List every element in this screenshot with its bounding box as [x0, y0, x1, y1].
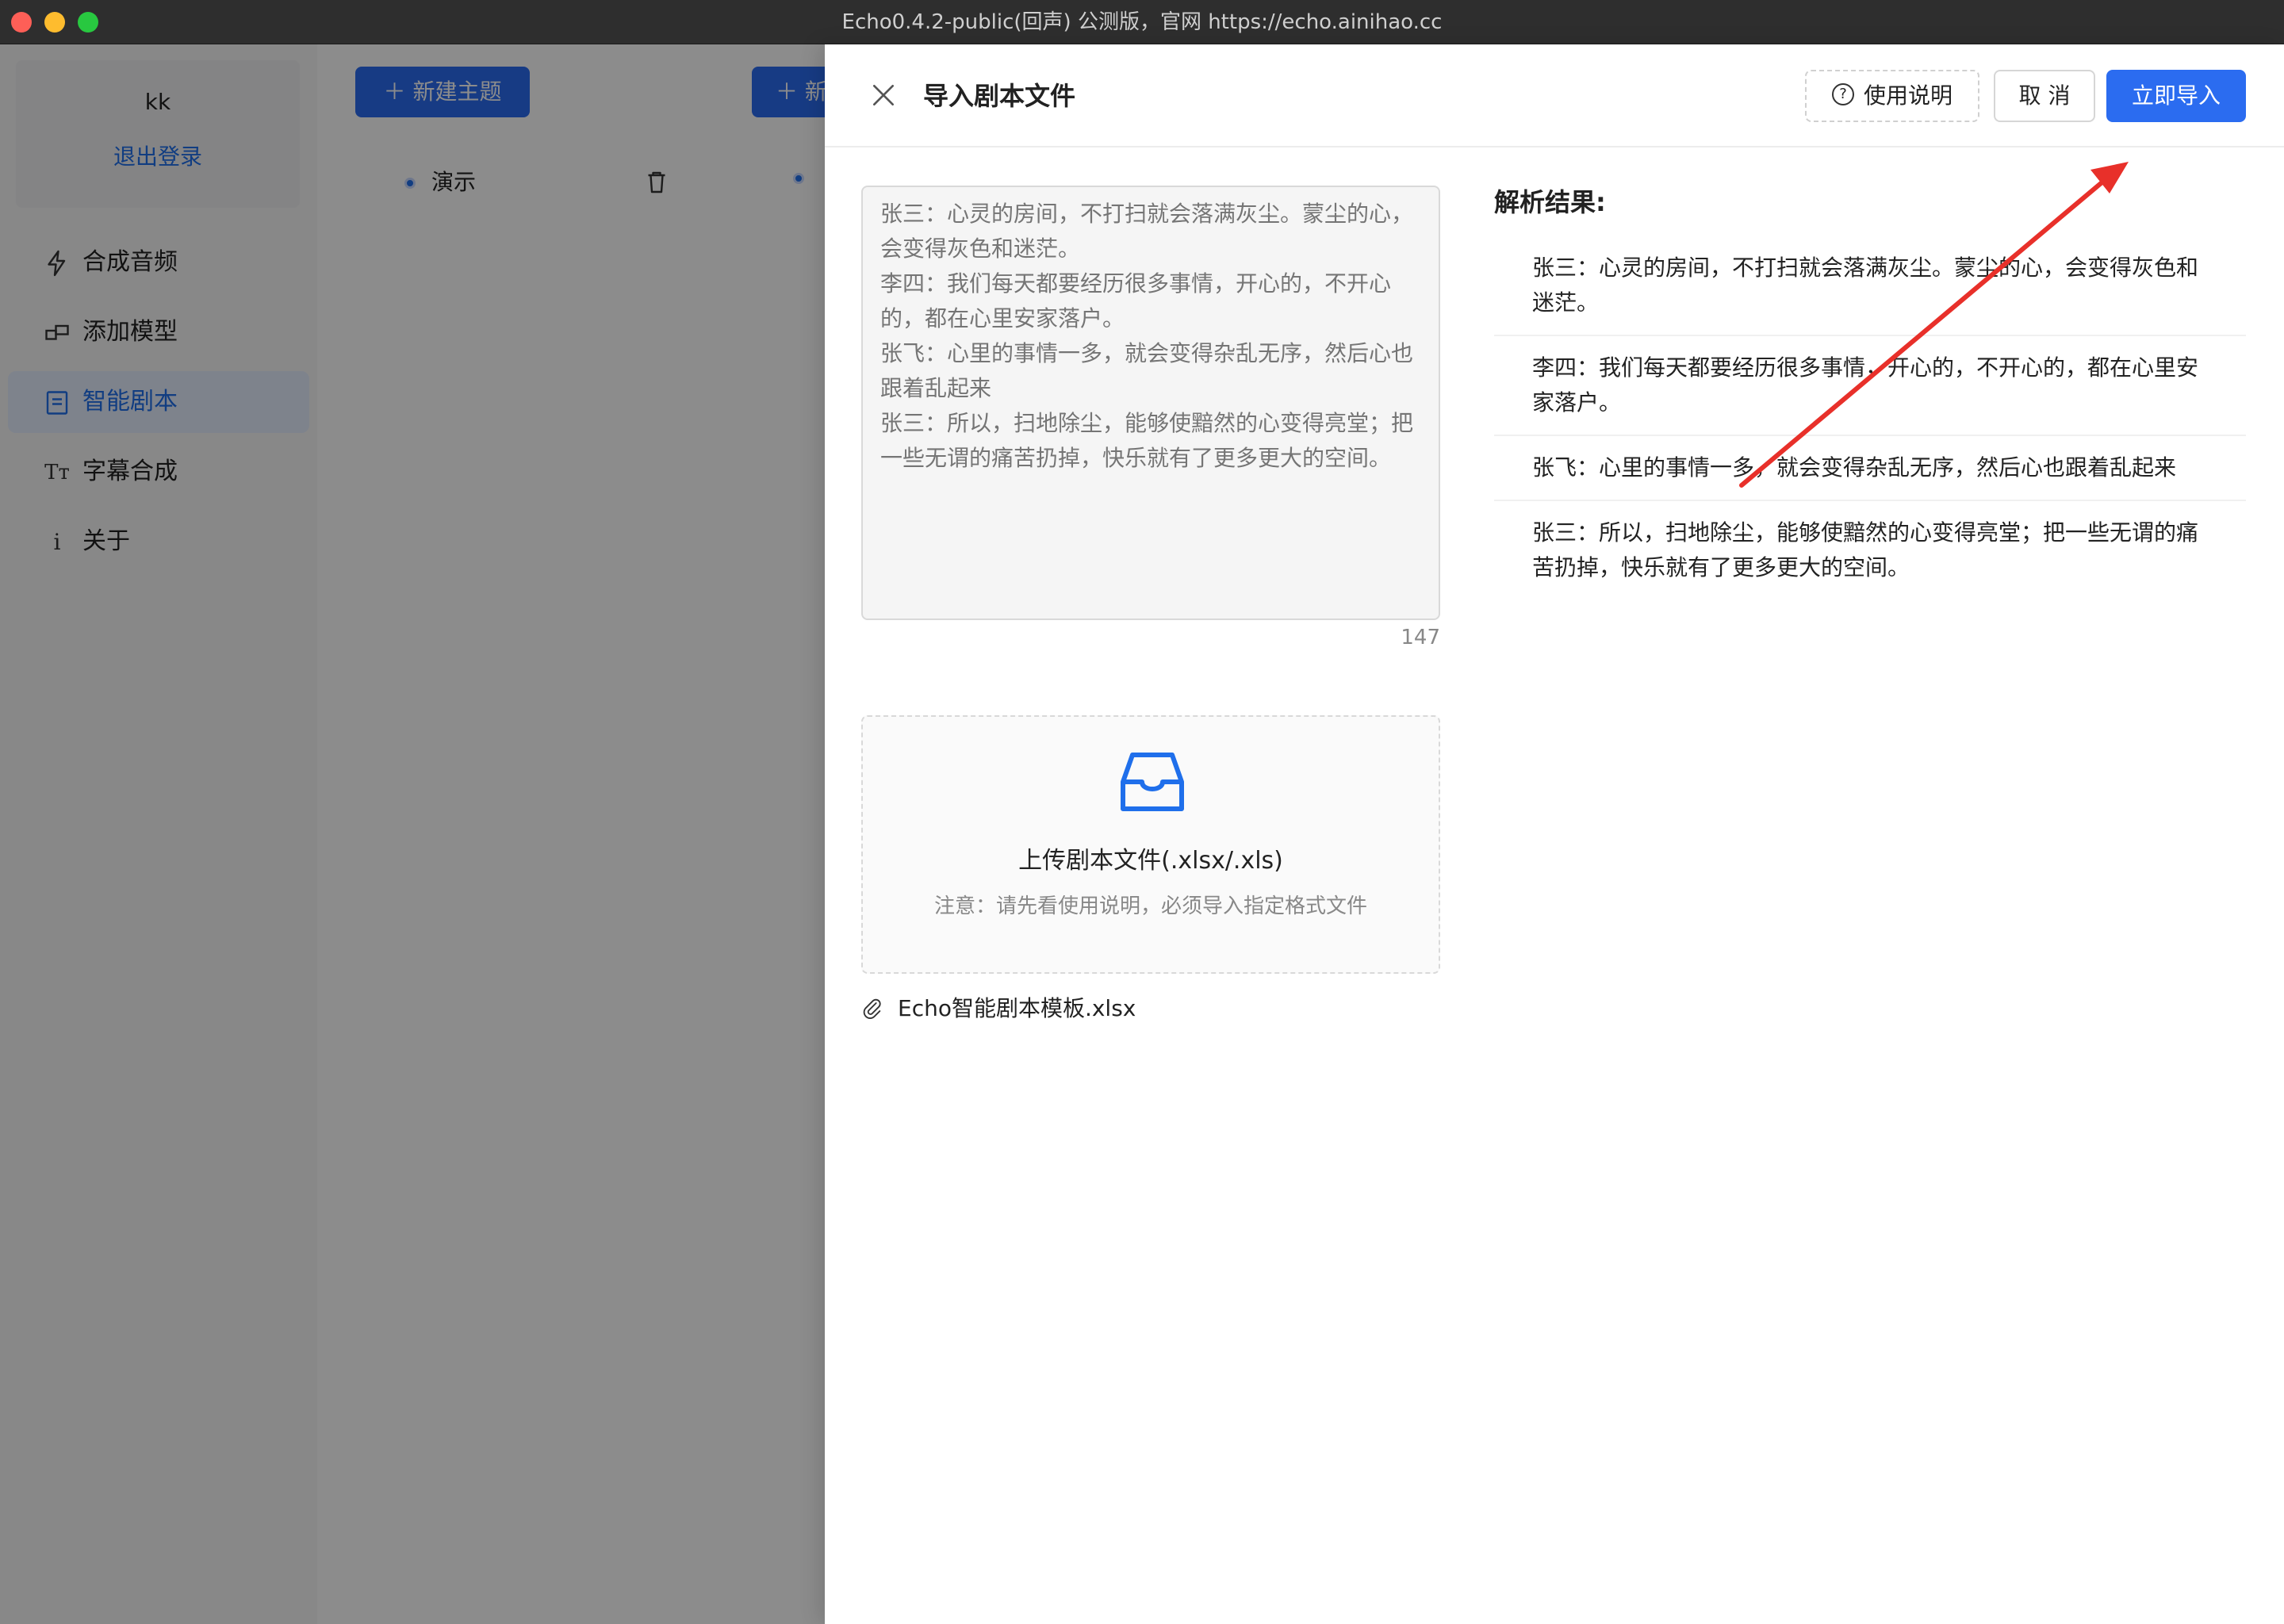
inbox-icon — [1118, 750, 1186, 814]
result-item: 张三：心灵的房间，不打扫就会落满灰尘。蒙尘的心，会变得灰色和迷茫。 — [1494, 236, 2246, 336]
result-item: 张飞：心里的事情一多，就会变得杂乱无序，然后心也跟着乱起来 — [1494, 436, 2246, 501]
attachment-name: Echo智能剧本模板.xlsx — [898, 995, 1136, 1021]
upload-title: 上传剧本文件(.xlsx/.xls) — [1018, 847, 1283, 875]
result-item: 李四：我们每天都要经历很多事情，开心的，不开心的，都在心里安家落户。 — [1494, 336, 2246, 436]
window-title: Echo0.4.2-public(回声) 公测版，官网 https://echo… — [841, 10, 1443, 34]
import-script-drawer: 导入剧本文件 ? 使用说明 取 消 立即导入 147 上传剧本文件(.xlsx/.… — [825, 44, 2284, 1624]
drawer-title: 导入剧本文件 — [923, 81, 1076, 111]
drawer-header: 导入剧本文件 ? 使用说明 取 消 立即导入 — [825, 44, 2284, 147]
cancel-button[interactable]: 取 消 — [1994, 70, 2095, 122]
result-title: 解析结果: — [1494, 187, 1606, 217]
help-button-label: 使用说明 — [1863, 82, 1953, 109]
question-icon: ? — [1831, 83, 1854, 105]
help-button[interactable]: ? 使用说明 — [1805, 70, 1979, 122]
close-icon[interactable] — [868, 79, 899, 111]
script-textarea[interactable] — [861, 186, 1440, 620]
result-list: 张三：心灵的房间，不打扫就会落满灰尘。蒙尘的心，会变得灰色和迷茫。 李四：我们每… — [1494, 236, 2246, 599]
modal-mask[interactable] — [0, 44, 825, 1624]
upload-hint: 注意：请先看使用说明，必须导入指定格式文件 — [933, 894, 1367, 918]
char-count: 147 — [1401, 626, 1440, 649]
window-titlebar: Echo0.4.2-public(回声) 公测版，官网 https://echo… — [0, 0, 2284, 44]
result-item: 张三：所以，扫地除尘，能够使黯然的心变得亮堂；把一些无谓的痛苦扔掉，快乐就有了更… — [1532, 519, 2199, 580]
import-now-button[interactable]: 立即导入 — [2106, 70, 2246, 122]
upload-dropzone[interactable]: 上传剧本文件(.xlsx/.xls) 注意：请先看使用说明，必须导入指定格式文件 — [861, 715, 1440, 974]
paperclip-icon — [861, 998, 883, 1020]
